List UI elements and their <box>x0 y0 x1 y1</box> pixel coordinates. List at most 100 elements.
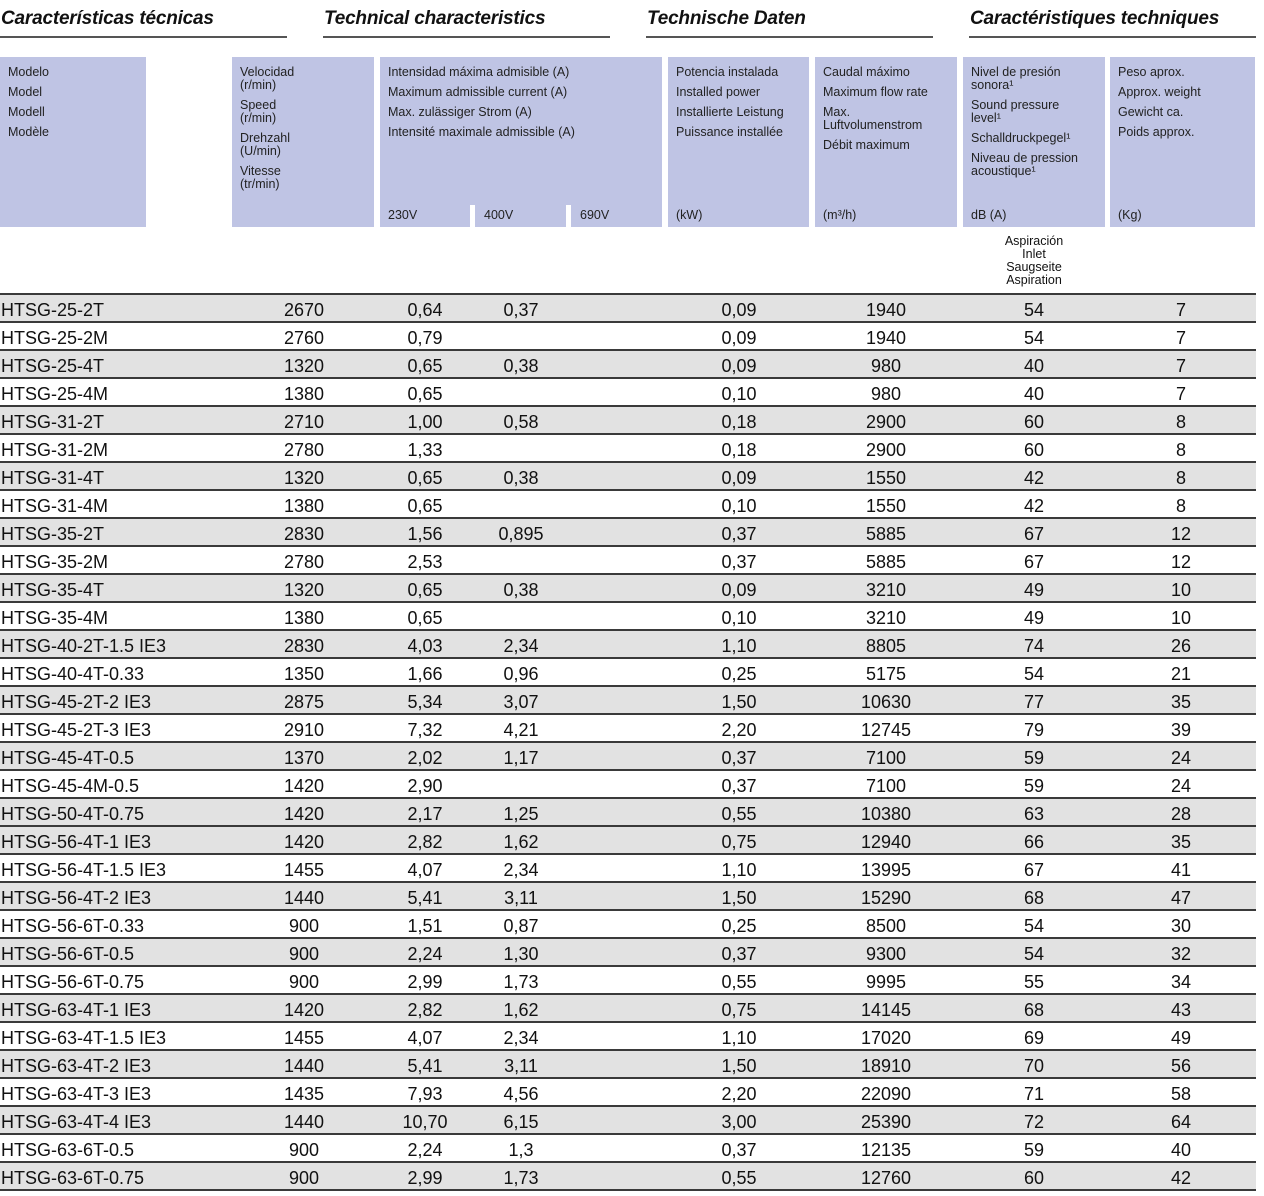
cell-model: HTSG-35-4M <box>1 608 109 628</box>
cell-current-230v: 2,99 <box>407 972 443 992</box>
divider <box>0 1189 1256 1191</box>
cell-speed: 900 <box>288 916 320 936</box>
cell-model: HTSG-56-6T-0.5 <box>1 944 135 964</box>
cell-sound: 63 <box>1023 804 1045 824</box>
header-label: Potencia instalada <box>676 65 779 79</box>
cell-flow: 10630 <box>860 692 912 712</box>
title-es: Características técnicas <box>1 8 214 29</box>
cell-current-400v: 0,58 <box>503 412 539 432</box>
cell-flow: 980 <box>870 384 902 404</box>
unit-label: (Kg) <box>1118 208 1142 222</box>
header-label: Puissance installée <box>676 125 784 139</box>
cell-sound: 54 <box>1023 944 1045 964</box>
cell-current-400v: 4,56 <box>503 1084 539 1104</box>
cell-sound: 71 <box>1023 1084 1045 1104</box>
cell-power: 0,37 <box>721 748 757 768</box>
cell-current-400v: 1,3 <box>508 1140 534 1160</box>
cell-current-400v: 0,96 <box>503 664 539 684</box>
header-flow: Caudal máximo Maximum flow rate Max. Luf… <box>815 57 957 227</box>
cell-model: HTSG-63-6T-0.75 <box>1 1168 145 1188</box>
cell-speed: 1320 <box>283 356 325 376</box>
cell-sound: 54 <box>1023 300 1045 320</box>
cell-sound: 42 <box>1023 496 1045 516</box>
cell-flow: 5885 <box>865 524 907 544</box>
cell-power: 0,09 <box>721 580 757 600</box>
cell-weight: 32 <box>1170 944 1192 964</box>
cell-sound: 69 <box>1023 1028 1045 1048</box>
header-label: Gewicht ca. <box>1118 105 1184 119</box>
header-label: Poids approx. <box>1118 125 1195 139</box>
cell-flow: 2900 <box>865 412 907 432</box>
cell-flow: 12745 <box>860 720 912 740</box>
header-label: Modell <box>8 105 45 119</box>
voltage-400: 400V <box>484 208 514 222</box>
title-de: Technische Daten <box>647 8 806 29</box>
cell-sound: 79 <box>1023 720 1045 740</box>
cell-sound: 54 <box>1023 664 1045 684</box>
table-row: HTSG-25-4M 1380 0,65 0,10 980 40 7 <box>0 377 1256 405</box>
table-row: HTSG-45-2T-3 IE3 2910 7,32 4,21 2,20 12745 79 3… <box>0 713 1256 741</box>
cell-model: HTSG-45-2T-3 IE3 <box>1 720 152 740</box>
header-weight: Peso aprox. Approx. weight Gewicht ca. P… <box>1110 57 1255 227</box>
table-row: HTSG-56-6T-0.5 900 2,24 1,30 0,37 9300 54 32 <box>0 937 1256 965</box>
cell-weight: 26 <box>1170 636 1192 656</box>
cell-flow: 1940 <box>865 300 907 320</box>
cell-power: 0,10 <box>721 496 757 516</box>
header-label: Vitesse (tr/min) <box>240 164 281 191</box>
cell-power: 2,20 <box>721 720 757 740</box>
cell-flow: 3210 <box>865 608 907 628</box>
cell-model: HTSG-25-2M <box>1 328 109 348</box>
cell-power: 1,50 <box>721 1056 757 1076</box>
cell-model: HTSG-40-4T-0.33 <box>1 664 145 684</box>
cell-current-400v: 0,895 <box>498 524 544 544</box>
cell-power: 0,18 <box>721 440 757 460</box>
cell-weight: 64 <box>1170 1112 1192 1132</box>
cell-speed: 1320 <box>283 580 325 600</box>
cell-speed: 2780 <box>283 440 325 460</box>
cell-speed: 1420 <box>283 804 325 824</box>
cell-flow: 10380 <box>860 804 912 824</box>
inlet-note: Aspiración Inlet Saugseite Aspiration <box>985 235 1083 287</box>
cell-speed: 1320 <box>283 468 325 488</box>
cell-power: 2,20 <box>721 1084 757 1104</box>
cell-model: HTSG-35-2M <box>1 552 109 572</box>
cell-sound: 60 <box>1023 440 1045 460</box>
cell-flow: 9300 <box>865 944 907 964</box>
cell-weight: 7 <box>1175 300 1186 320</box>
table-row: HTSG-56-4T-1.5 IE3 1455 4,07 2,34 1,10 13995 6… <box>0 853 1256 881</box>
table-row: HTSG-63-4T-1.5 IE3 1455 4,07 2,34 1,10 17020 6… <box>0 1021 1256 1049</box>
cell-weight: 12 <box>1170 524 1192 544</box>
cell-weight: 10 <box>1170 580 1192 600</box>
cell-speed: 2830 <box>283 636 325 656</box>
cell-model: HTSG-56-4T-1 IE3 <box>1 832 152 852</box>
table-row: HTSG-56-6T-0.75 900 2,99 1,73 0,55 9995 55 34 <box>0 965 1256 993</box>
cell-flow: 5175 <box>865 664 907 684</box>
cell-weight: 10 <box>1170 608 1192 628</box>
cell-sound: 60 <box>1023 412 1045 432</box>
header-label: Max. Luftvolumenstrom <box>823 105 923 132</box>
table-row: HTSG-40-4T-0.33 1350 1,66 0,96 0,25 5175 54 21 <box>0 657 1256 685</box>
cell-current-230v: 2,53 <box>407 552 443 572</box>
cell-current-230v: 2,99 <box>407 1168 443 1188</box>
cell-current-230v: 4,03 <box>407 636 443 656</box>
cell-power: 1,10 <box>721 1028 757 1048</box>
table-row: HTSG-56-6T-0.33 900 1,51 0,87 0,25 8500 54 30 <box>0 909 1256 937</box>
cell-power: 0,10 <box>721 384 757 404</box>
cell-flow: 8500 <box>865 916 907 936</box>
cell-power: 0,37 <box>721 1140 757 1160</box>
data-table: HTSG-25-2T 2670 0,64 0,37 0,09 1940 54 7 HTSG-25… <box>0 293 1256 1191</box>
cell-flow: 25390 <box>860 1112 912 1132</box>
table-row: HTSG-50-4T-0.75 1420 2,17 1,25 0,55 10380 63 28 <box>0 797 1256 825</box>
table-row: HTSG-56-4T-2 IE3 1440 5,41 3,11 1,50 15290 68 4… <box>0 881 1256 909</box>
cell-flow: 17020 <box>860 1028 912 1048</box>
table-row: HTSG-63-4T-1 IE3 1420 2,82 1,62 0,75 14145 68 4… <box>0 993 1256 1021</box>
cell-weight: 39 <box>1170 720 1192 740</box>
cell-flow: 22090 <box>860 1084 912 1104</box>
cell-flow: 7100 <box>865 776 907 796</box>
cell-flow: 14145 <box>860 1000 912 1020</box>
header-label: Velocidad (r/min) <box>240 65 295 92</box>
cell-weight: 41 <box>1170 860 1192 880</box>
cell-weight: 47 <box>1170 888 1192 908</box>
table-row: HTSG-35-2T 2830 1,56 0,895 0,37 5885 67 12 <box>0 517 1256 545</box>
cell-flow: 5885 <box>865 552 907 572</box>
